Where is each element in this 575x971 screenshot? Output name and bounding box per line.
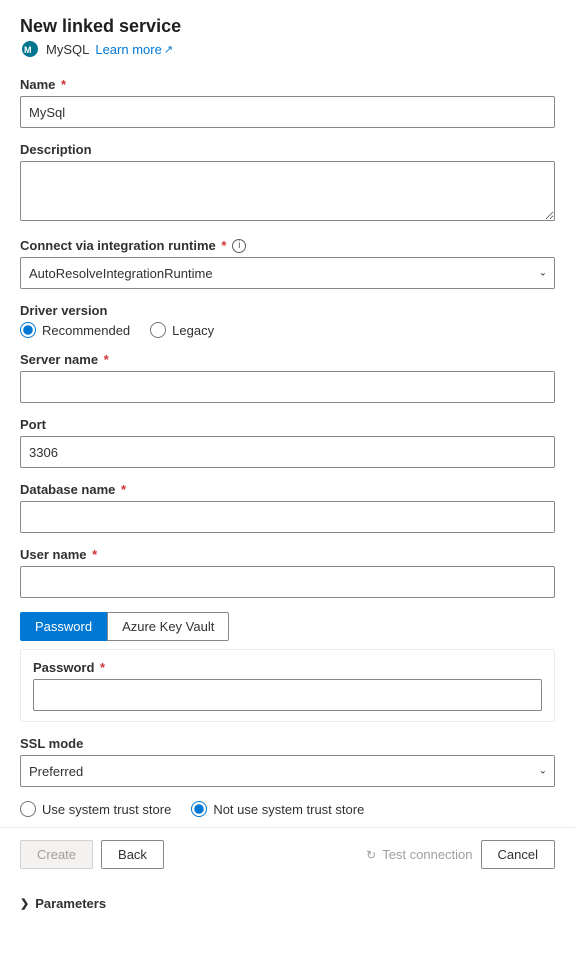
parameters-chevron-icon: ❯ bbox=[20, 897, 29, 910]
driver-version-radio-group: Recommended Legacy bbox=[20, 322, 555, 338]
tab-azure-key-vault[interactable]: Azure Key Vault bbox=[107, 612, 229, 641]
runtime-select[interactable]: AutoResolveIntegrationRuntime bbox=[20, 257, 555, 289]
password-input[interactable] bbox=[33, 679, 542, 711]
database-name-input[interactable] bbox=[20, 501, 555, 533]
server-required: * bbox=[100, 352, 109, 367]
port-label: Port bbox=[20, 417, 555, 432]
test-connection-label: Test connection bbox=[382, 847, 472, 862]
driver-recommended-radio[interactable] bbox=[20, 322, 36, 338]
page-title: New linked service bbox=[20, 16, 555, 37]
database-name-group: Database name * bbox=[20, 482, 555, 533]
name-group: Name * bbox=[20, 77, 555, 128]
database-required: * bbox=[117, 482, 126, 497]
tab-password[interactable]: Password bbox=[20, 612, 107, 641]
ssl-mode-select[interactable]: Preferred Required Disabled bbox=[20, 755, 555, 787]
driver-legacy-label: Legacy bbox=[172, 323, 214, 338]
not-use-system-trust-label: Not use system trust store bbox=[213, 802, 364, 817]
password-label: Password * bbox=[33, 660, 542, 675]
description-group: Description bbox=[20, 142, 555, 224]
auth-tab-bar: Password Azure Key Vault bbox=[20, 612, 555, 641]
ssl-mode-group: SSL mode Preferred Required Disabled ⌄ bbox=[20, 736, 555, 787]
database-name-label: Database name * bbox=[20, 482, 555, 497]
runtime-info-icon[interactable]: i bbox=[232, 239, 246, 253]
parameters-label: Parameters bbox=[35, 896, 106, 911]
server-name-label: Server name * bbox=[20, 352, 555, 367]
user-name-input[interactable] bbox=[20, 566, 555, 598]
user-name-label: User name * bbox=[20, 547, 555, 562]
driver-recommended-option[interactable]: Recommended bbox=[20, 322, 130, 338]
driver-legacy-radio[interactable] bbox=[150, 322, 166, 338]
use-system-trust-option[interactable]: Use system trust store bbox=[20, 801, 171, 817]
driver-version-group: Driver version Recommended Legacy bbox=[20, 303, 555, 338]
name-required: * bbox=[57, 77, 66, 92]
runtime-required: * bbox=[218, 238, 227, 253]
name-input[interactable] bbox=[20, 96, 555, 128]
password-section: Password * bbox=[20, 649, 555, 722]
driver-legacy-option[interactable]: Legacy bbox=[150, 322, 214, 338]
server-name-input[interactable] bbox=[20, 371, 555, 403]
use-system-trust-label: Use system trust store bbox=[42, 802, 171, 817]
back-button[interactable]: Back bbox=[101, 840, 164, 869]
mysql-icon: M bbox=[20, 39, 40, 59]
name-label: Name * bbox=[20, 77, 555, 92]
use-system-trust-radio[interactable] bbox=[20, 801, 36, 817]
server-name-group: Server name * bbox=[20, 352, 555, 403]
port-group: Port bbox=[20, 417, 555, 468]
not-use-system-trust-option[interactable]: Not use system trust store bbox=[191, 801, 364, 817]
learn-more-link[interactable]: Learn more ↗ bbox=[95, 42, 173, 57]
driver-version-label: Driver version bbox=[20, 303, 555, 318]
test-connection-icon: ↻ bbox=[366, 848, 376, 862]
password-required: * bbox=[96, 660, 105, 675]
description-textarea[interactable] bbox=[20, 161, 555, 221]
ssl-mode-label: SSL mode bbox=[20, 736, 555, 751]
parameters-section[interactable]: ❯ Parameters bbox=[20, 890, 555, 917]
test-connection-button[interactable]: ↻ Test connection bbox=[366, 847, 472, 862]
cancel-button[interactable]: Cancel bbox=[481, 840, 555, 869]
port-input[interactable] bbox=[20, 436, 555, 468]
description-label: Description bbox=[20, 142, 555, 157]
runtime-label: Connect via integration runtime * bbox=[20, 238, 226, 253]
driver-recommended-label: Recommended bbox=[42, 323, 130, 338]
system-trust-group: Use system trust store Not use system tr… bbox=[20, 801, 555, 817]
user-required: * bbox=[88, 547, 97, 562]
not-use-system-trust-radio[interactable] bbox=[191, 801, 207, 817]
footer: Create Back ↻ Test connection Cancel bbox=[0, 827, 575, 881]
external-link-icon: ↗ bbox=[164, 43, 173, 56]
user-name-group: User name * bbox=[20, 547, 555, 598]
svg-text:M: M bbox=[24, 45, 32, 55]
create-button[interactable]: Create bbox=[20, 840, 93, 869]
runtime-group: Connect via integration runtime * i Auto… bbox=[20, 238, 555, 289]
subtitle-text: MySQL bbox=[46, 42, 89, 57]
